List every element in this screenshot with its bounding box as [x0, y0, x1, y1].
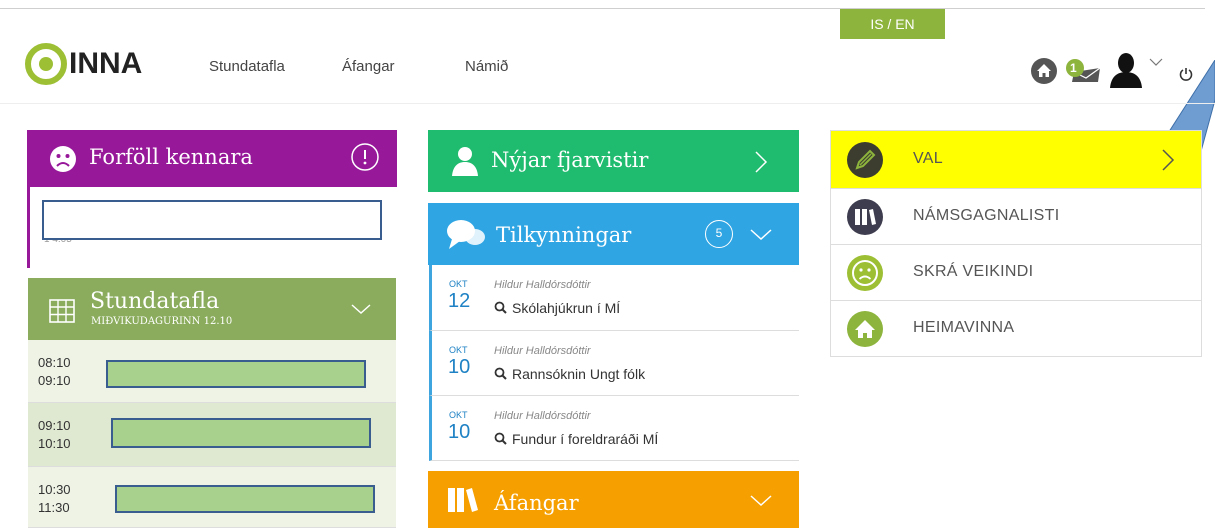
redacted-box	[115, 485, 375, 513]
redacted-box	[106, 360, 366, 388]
alert-icon	[351, 143, 379, 171]
stundatafla-title: Stundatafla	[90, 289, 220, 314]
logo-ring-icon	[25, 43, 67, 85]
redacted-box	[111, 418, 371, 448]
end-time: 09:10	[38, 373, 71, 388]
quicklink-skra-veikindi[interactable]: SKRÁ VEIKINDI	[831, 245, 1201, 301]
announcement-item[interactable]: OKT 10 Hildur Halldórsdóttir Fundur í fo…	[429, 396, 799, 461]
redacted-box	[42, 200, 382, 240]
announcement-month: OKT	[449, 410, 468, 420]
quicklink-label: HEIMAVINNA	[913, 319, 1015, 336]
tilkynningar-title: Tilkynningar	[496, 223, 632, 247]
chevron-down-icon	[750, 495, 772, 507]
sad-face-icon	[847, 255, 883, 291]
books-icon	[448, 488, 478, 512]
top-border	[0, 8, 1205, 9]
language-toggle-button[interactable]: IS / EN	[840, 9, 945, 39]
afangar-header[interactable]: Áfangar	[428, 471, 799, 528]
quicklink-val[interactable]: VAL	[831, 131, 1201, 189]
end-time: 11:30	[38, 500, 70, 515]
end-time: 10:10	[38, 436, 71, 451]
announcement-month: OKT	[449, 345, 468, 355]
quicklink-label: SKRÁ VEIKINDI	[913, 263, 1034, 280]
forfoll-header[interactable]: Forföll kennara	[27, 130, 397, 187]
timetable-row[interactable]: 08:10 09:10	[28, 340, 396, 403]
logo-text: INNA	[69, 47, 143, 80]
quicklink-namsgagnalisti[interactable]: NÁMSGAGNALISTI	[831, 189, 1201, 245]
fjarvistir-title: Nýjar fjarvistir	[491, 148, 649, 172]
user-avatar-icon[interactable]	[1108, 50, 1144, 88]
announcement-author: Hildur Halldórsdóttir	[494, 345, 591, 357]
books-icon	[847, 199, 883, 235]
table-grid-icon	[49, 299, 75, 323]
announcement-item[interactable]: OKT 12 Hildur Halldórsdóttir Skólahjúkru…	[429, 265, 799, 331]
tilkynningar-header[interactable]: Tilkynningar 5	[428, 203, 799, 265]
announcement-author: Hildur Halldórsdóttir	[494, 410, 591, 422]
stundatafla-header[interactable]: Stundatafla MIÐVIKUDAGURINN 12.10	[28, 278, 396, 340]
search-icon	[494, 301, 507, 314]
announcement-day: 10	[448, 356, 471, 378]
speech-bubbles-icon	[447, 220, 485, 249]
announcement-day: 10	[448, 421, 471, 443]
start-time: 10:30	[38, 482, 71, 497]
timetable-row[interactable]: 09:10 10:10	[28, 403, 396, 467]
announcement-title: Rannsóknin Ungt fólk	[512, 366, 646, 382]
start-time: 08:10	[38, 355, 71, 370]
inna-logo[interactable]: INNA	[25, 42, 142, 86]
search-icon	[494, 367, 507, 380]
nav-namid[interactable]: Námið	[465, 58, 508, 75]
announcement-day: 12	[448, 290, 471, 312]
person-icon	[452, 147, 478, 176]
announcement-title: Fundur í foreldraráði MÍ	[512, 431, 659, 447]
chevron-right-icon	[755, 151, 768, 173]
nav-stundatafla[interactable]: Stundatafla	[209, 58, 285, 75]
announcement-title: Skólahjúkrun í MÍ	[512, 300, 621, 316]
quicklink-heimavinna[interactable]: HEIMAVINNA	[831, 301, 1201, 357]
fjarvistir-header[interactable]: Nýjar fjarvistir	[428, 130, 799, 192]
nav-afangar[interactable]: Áfangar	[342, 58, 395, 75]
chevron-right-icon	[1162, 149, 1175, 171]
forfoll-panel: Forföll kennara 1 4:05	[27, 130, 397, 268]
sad-face-icon	[50, 146, 76, 172]
home-icon[interactable]	[1030, 57, 1058, 85]
timetable-row[interactable]: 10:30 11:30	[28, 467, 396, 528]
announcement-item[interactable]: OKT 10 Hildur Halldórsdóttir Rannsóknin …	[429, 331, 799, 396]
notification-badge: 1	[1070, 61, 1077, 75]
count-badge: 5	[705, 220, 733, 248]
pencil-icon	[847, 142, 883, 178]
quicklink-label: VAL	[913, 150, 943, 167]
start-time: 09:10	[38, 418, 71, 433]
header-divider	[0, 103, 1215, 104]
announcement-author: Hildur Halldórsdóttir	[494, 279, 591, 291]
search-icon	[494, 432, 507, 445]
quicklink-label: NÁMSGAGNALISTI	[913, 207, 1060, 224]
home-icon	[847, 311, 883, 347]
afangar-title: Áfangar	[494, 491, 579, 515]
forfoll-title: Forföll kennara	[89, 145, 253, 169]
announcement-month: OKT	[449, 279, 468, 289]
chevron-down-icon	[750, 229, 772, 241]
chevron-down-icon	[351, 304, 371, 315]
stundatafla-date: MIÐVIKUDAGURINN 12.10	[91, 316, 233, 327]
